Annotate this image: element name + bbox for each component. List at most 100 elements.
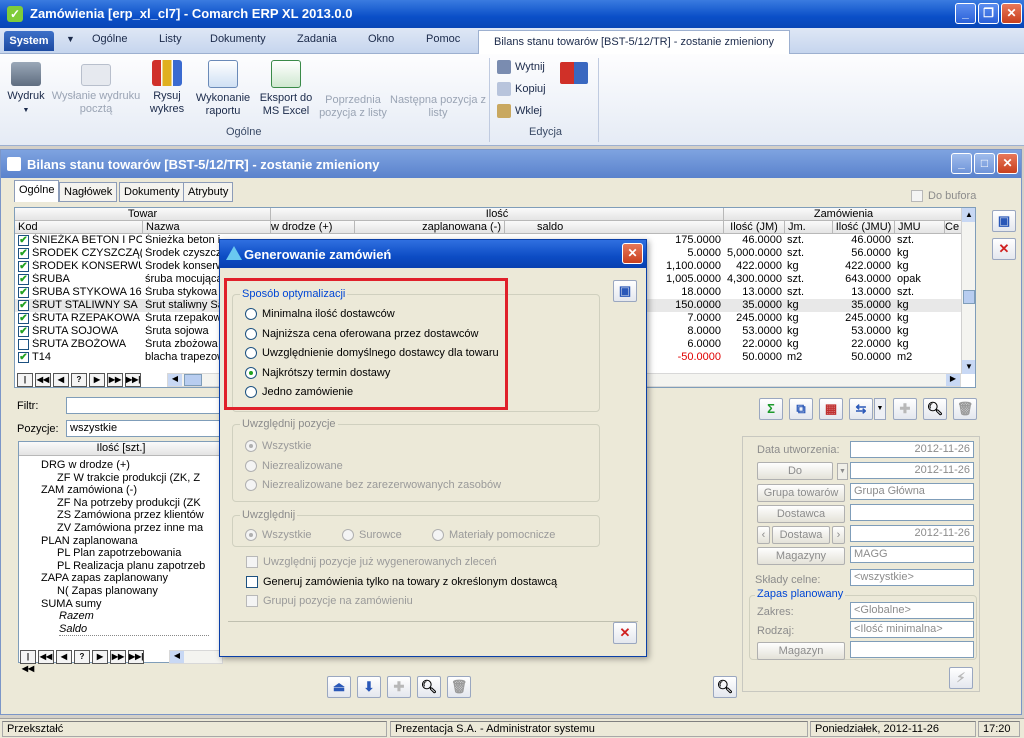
row-checkbox[interactable]: ✔: [18, 274, 29, 285]
tree-horizontal-scrollbar[interactable]: ◀: [169, 650, 223, 664]
next-item-button[interactable]: Następna pozycja z listy: [390, 60, 486, 120]
positions-select[interactable]: wszystkie: [66, 420, 224, 437]
row-checkbox[interactable]: ✔: [18, 326, 29, 337]
magnifier-icon[interactable]: 🔍︎: [923, 398, 947, 420]
chart-button[interactable]: Rysuj wykres: [144, 60, 190, 116]
prev-page-button[interactable]: ◀◀: [35, 373, 51, 387]
trash-icon[interactable]: 🗑︎: [447, 676, 471, 698]
last-record-button[interactable]: ▶▶|: [125, 373, 141, 387]
run-report-button[interactable]: Wykonanie raportu: [192, 60, 254, 118]
tree-node[interactable]: N( Zapas planowany: [57, 585, 158, 597]
menu-dokumenty[interactable]: Dokumenty: [210, 33, 266, 45]
move-down-icon[interactable]: ⬇: [357, 676, 381, 698]
close-button[interactable]: ✕: [1001, 3, 1022, 24]
row-checkbox[interactable]: ✔: [18, 300, 29, 311]
warehouse-button[interactable]: Magazyn: [757, 642, 845, 660]
tree-next-page-button[interactable]: ▶▶: [110, 650, 126, 664]
radio-button[interactable]: [432, 529, 444, 541]
inner-minimize-button[interactable]: _: [951, 153, 972, 174]
do-dropdown-icon[interactable]: ▼: [837, 463, 848, 480]
scroll-down-icon[interactable]: ▼: [962, 360, 975, 374]
menu-system[interactable]: System: [4, 31, 54, 51]
move-up-icon[interactable]: ⏏: [327, 676, 351, 698]
orders-icon[interactable]: ⇆: [849, 398, 873, 420]
prev-item-button[interactable]: Poprzednia pozycja z listy: [318, 60, 388, 120]
inner-maximize-button[interactable]: □: [974, 153, 995, 174]
do-bufora-checkbox[interactable]: [911, 190, 923, 202]
tab-bilans[interactable]: Bilans stanu towarów [BST-5/12/TR] - zos…: [478, 30, 790, 55]
product-group-button[interactable]: Grupa towarów: [757, 484, 845, 502]
tree-node[interactable]: ZF W trakcie produkcji (ZK, Z: [57, 472, 200, 484]
tree-node[interactable]: PL Realizacja planu zapotrzeb: [57, 560, 205, 572]
send-mail-button[interactable]: Wysłanie wydruku pocztą: [50, 60, 142, 116]
row-checkbox[interactable]: ✔: [18, 248, 29, 259]
warehouses-button[interactable]: Magazyny: [757, 547, 845, 565]
delivery-prev-button[interactable]: ‹: [757, 526, 770, 544]
tab-atrybuty[interactable]: Atrybuty: [183, 182, 234, 202]
row-checkbox[interactable]: [18, 339, 29, 350]
header-nazwa[interactable]: Nazwa: [143, 221, 271, 234]
next-record-button[interactable]: ▶: [89, 373, 105, 387]
rodzaj-select[interactable]: <Ilość minimalna>: [850, 621, 974, 638]
scroll-right-icon[interactable]: ▶: [946, 374, 960, 386]
tree-help-button[interactable]: ?: [74, 650, 90, 664]
scroll-thumb[interactable]: [963, 290, 975, 304]
filter-input[interactable]: [66, 397, 224, 414]
tree-first-button[interactable]: |◀◀: [20, 650, 36, 673]
radio-button[interactable]: [342, 529, 354, 541]
header-zaplanowana[interactable]: zaplanowana (-): [355, 221, 505, 234]
product-group-input[interactable]: Grupa Główna: [850, 483, 974, 500]
tab-dokumenty[interactable]: Dokumenty: [119, 182, 185, 202]
trash-icon[interactable]: 🗑︎: [953, 398, 977, 420]
add-icon[interactable]: ✚: [387, 676, 411, 698]
tree-prev-button[interactable]: ◀: [56, 650, 72, 664]
help-record-button[interactable]: ?: [71, 373, 87, 387]
save-icon[interactable]: ▣: [992, 210, 1016, 232]
supplier-only-checkbox[interactable]: [246, 576, 258, 588]
group-items-checkbox[interactable]: [246, 595, 258, 607]
magnifier-icon[interactable]: 🔍︎: [713, 676, 737, 698]
menu-zadania[interactable]: Zadania: [297, 33, 337, 45]
magnifier-icon[interactable]: 🔍︎: [417, 676, 441, 698]
generate-icon[interactable]: ⧉: [789, 398, 813, 420]
next-page-button[interactable]: ▶▶: [107, 373, 123, 387]
grid-vertical-scrollbar[interactable]: ▲ ▼: [961, 208, 975, 374]
tree-node[interactable]: Razem: [59, 610, 94, 622]
header-w-drodze[interactable]: w drodze (+): [271, 221, 355, 234]
radio-button[interactable]: [245, 479, 257, 491]
first-record-button[interactable]: |◀◀: [17, 373, 33, 387]
tree-node[interactable]: DRG w drodze (+): [41, 459, 130, 471]
tree-node[interactable]: ZS Zamówiona przez klientów: [57, 509, 204, 521]
row-checkbox[interactable]: ✔: [18, 287, 29, 298]
tree-node[interactable]: ZV Zamówiona przez inne ma: [57, 522, 203, 534]
include-generated-checkbox[interactable]: [246, 556, 258, 568]
scroll-up-icon[interactable]: ▲: [962, 208, 975, 222]
hscroll-thumb[interactable]: [184, 374, 202, 386]
dialog-save-icon[interactable]: ▣: [613, 280, 637, 302]
lightning-icon[interactable]: ⚡︎: [949, 667, 973, 689]
export-excel-button[interactable]: Eksport do MS Excel: [256, 60, 316, 118]
tab-ogolne[interactable]: Ogólne: [14, 180, 60, 202]
dialog-close-button[interactable]: ✕: [622, 243, 643, 264]
print-button[interactable]: Wydruk ▼: [4, 60, 48, 117]
copy-button[interactable]: Kopiuj: [497, 81, 546, 97]
inner-close-button[interactable]: ✕: [997, 153, 1018, 174]
delivery-next-button[interactable]: ›: [832, 526, 845, 544]
orders-dropdown-icon[interactable]: ▼: [874, 398, 886, 420]
sum-icon[interactable]: Σ: [759, 398, 783, 420]
menu-okno[interactable]: Okno: [368, 33, 394, 45]
header-jm[interactable]: Jm.: [785, 221, 833, 234]
supplier-button[interactable]: Dostawca: [757, 505, 845, 523]
scroll-left-icon[interactable]: ◀: [168, 374, 182, 386]
radio-button[interactable]: [245, 529, 257, 541]
row-checkbox[interactable]: ✔: [18, 261, 29, 272]
supplier-input[interactable]: [850, 504, 974, 521]
tree-prev-page-button[interactable]: ◀◀: [38, 650, 54, 664]
tree-node[interactable]: ZAPA zapas zaplanowany: [41, 572, 168, 584]
header-saldo[interactable]: saldo: [505, 221, 724, 234]
calculator-icon[interactable]: ▦: [819, 398, 843, 420]
header-kod[interactable]: Kod: [15, 221, 143, 234]
dialog-cancel-icon[interactable]: ✕: [613, 622, 637, 644]
header-ilosc-jmu[interactable]: Ilość (JMU): [833, 221, 895, 234]
tree-header[interactable]: Ilość [szt.]: [19, 442, 222, 456]
